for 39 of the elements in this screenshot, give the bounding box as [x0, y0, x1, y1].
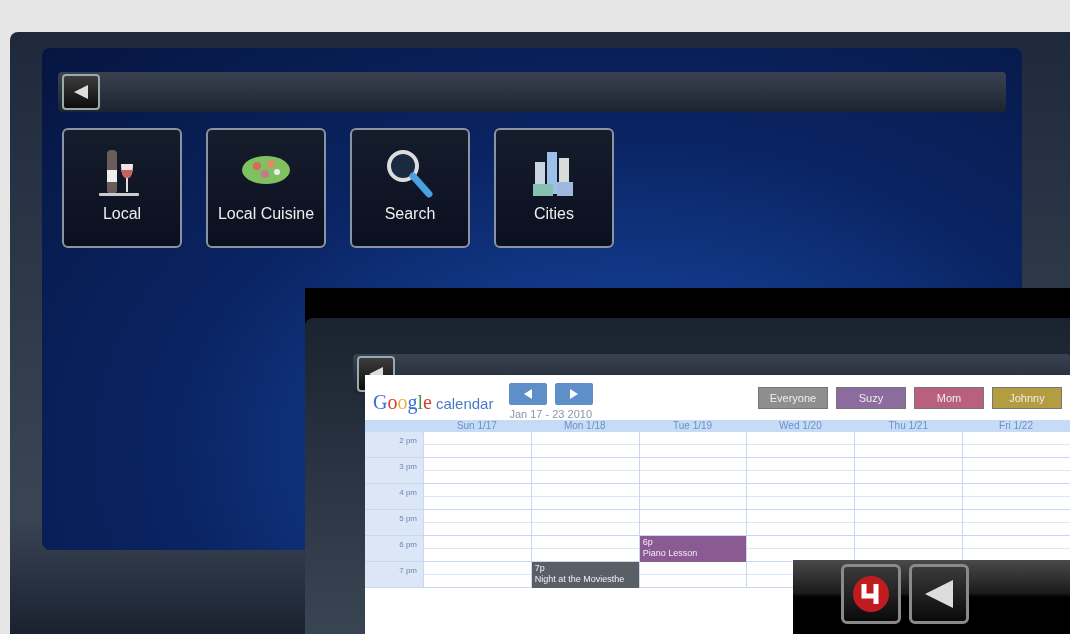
calendar-event[interactable]: 6p Piano Lesson [639, 536, 747, 562]
calendar-event[interactable]: 7p Night at the Moviesthe [531, 562, 639, 588]
exit-button[interactable] [841, 564, 901, 624]
date-range: Jan 17 - 23 2010 [509, 407, 594, 421]
previous-week-button[interactable] [509, 383, 548, 405]
time-label: 6 pm [365, 536, 423, 562]
event-time: 7p [534, 563, 546, 574]
time-label: 2 pm [365, 432, 423, 458]
calendar-slot[interactable] [746, 536, 855, 562]
event-title: Piano Lesson [642, 548, 699, 559]
logo-subtext: calendar [435, 394, 494, 414]
time-label: 4 pm [365, 484, 423, 510]
calendar-slot[interactable] [854, 536, 963, 562]
day-header: Sun 1/17 [455, 420, 498, 432]
search-icon [385, 148, 435, 198]
day-header: Mon 1/18 [562, 420, 607, 432]
back-arrow-icon [74, 85, 88, 99]
logo-text: Google [373, 390, 432, 416]
day-header: Wed 1/20 [778, 420, 823, 432]
menu-tile[interactable]: Local [62, 128, 182, 248]
menu-tile[interactable]: Local Cuisine [206, 128, 326, 248]
exit-icon [851, 574, 891, 614]
day-header: Fri 1/22 [998, 420, 1034, 432]
time-label: 5 pm [365, 510, 423, 536]
filter-button[interactable]: Mom [914, 387, 984, 409]
filter-button[interactable]: Suzy [836, 387, 906, 409]
day-header: Thu 1/21 [887, 420, 929, 432]
calendar-slot[interactable] [962, 536, 1070, 562]
time-label: 7 pm [365, 562, 423, 588]
menu-tile[interactable]: Cities [494, 128, 614, 248]
day-header: Tue 1/19 [672, 420, 714, 432]
back-button[interactable] [909, 564, 969, 624]
left-arrow-icon [522, 388, 535, 400]
back-button[interactable] [62, 74, 100, 110]
event-title: Night at the Moviesthe [534, 574, 626, 585]
time-label: 3 pm [365, 458, 423, 484]
menu-tile[interactable]: Search [350, 128, 470, 248]
event-time: 6p [642, 537, 654, 548]
next-week-button[interactable] [555, 383, 594, 405]
